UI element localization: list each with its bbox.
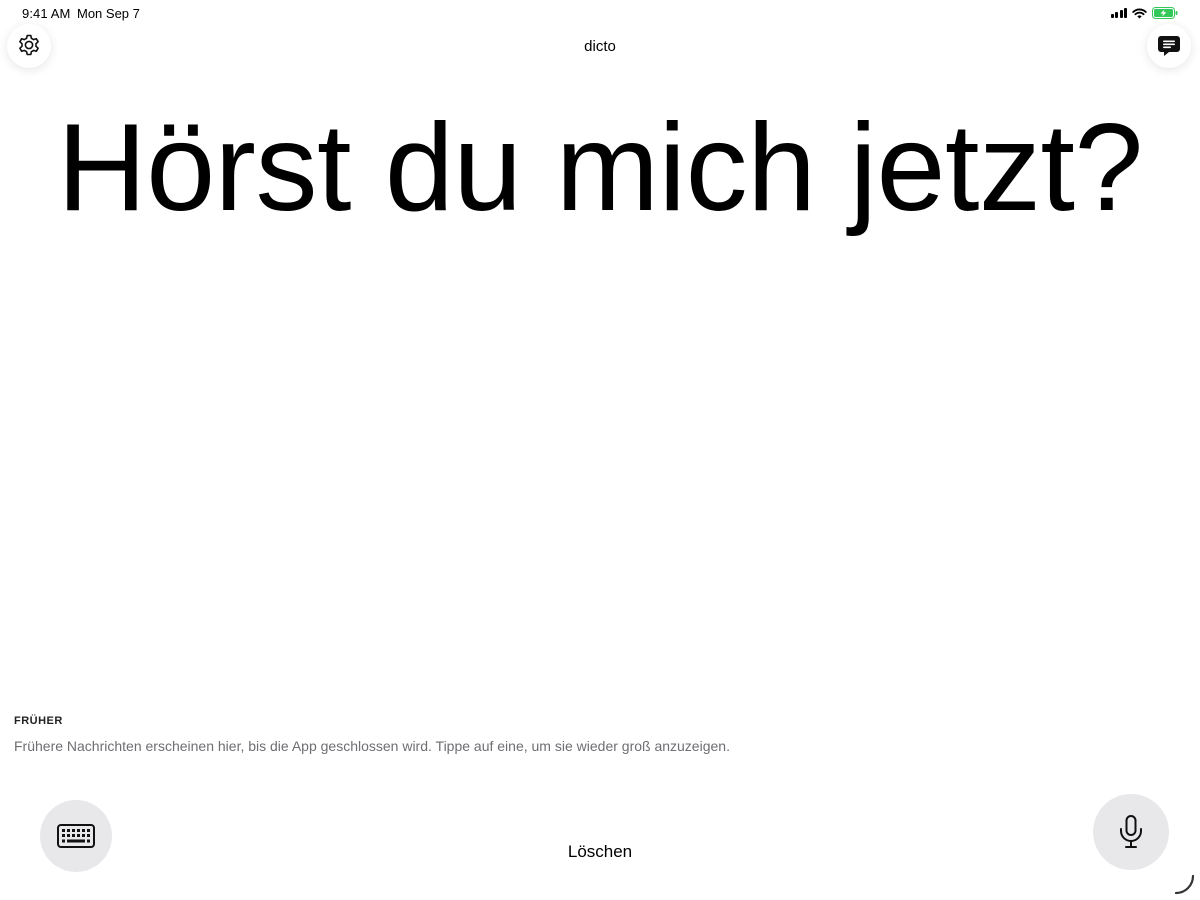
- battery-charging-icon: [1152, 7, 1178, 19]
- messages-button[interactable]: [1147, 24, 1191, 68]
- history-heading: FRÜHER: [14, 715, 63, 727]
- clear-button[interactable]: Löschen: [500, 842, 700, 862]
- status-icons: [1110, 7, 1179, 19]
- history-hint: Frühere Nachrichten erscheinen hier, bis…: [14, 738, 730, 754]
- microphone-button[interactable]: [1093, 794, 1169, 870]
- app-title: dicto: [584, 38, 616, 55]
- cellular-signal-icon: [1110, 8, 1127, 18]
- wifi-icon: [1132, 8, 1147, 18]
- keyboard-button[interactable]: [40, 800, 112, 872]
- message-bubble-icon: [1158, 36, 1180, 56]
- home-indicator-corner-icon: [1174, 874, 1195, 895]
- app-screen: 9:41 AM Mon Sep 7 dicto Hörst du mich je…: [0, 0, 1200, 900]
- microphone-icon: [1120, 815, 1142, 848]
- keyboard-icon: [57, 824, 95, 848]
- transcript-text: Hörst du mich jetzt?: [57, 99, 1143, 237]
- status-time: 9:41 AM: [22, 6, 71, 21]
- status-date: Mon Sep 7: [77, 6, 140, 21]
